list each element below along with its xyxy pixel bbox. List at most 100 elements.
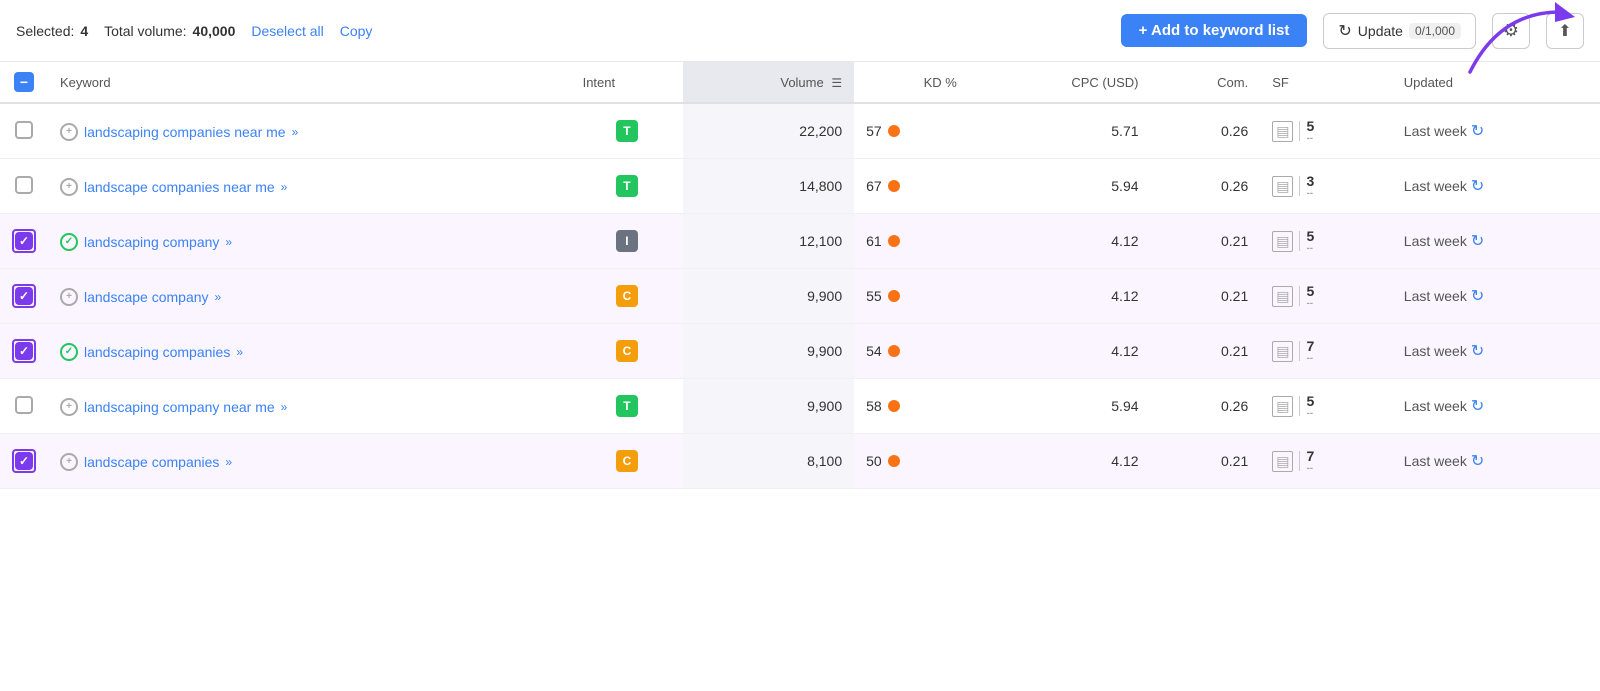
row-cpc: 4.12 (969, 434, 1151, 489)
header-keyword: Keyword (48, 62, 571, 103)
row-volume: 22,200 (683, 103, 854, 159)
row-checkbox-cell[interactable] (0, 214, 48, 269)
plus-circle-icon: + (60, 288, 78, 306)
row-checkbox-cell[interactable] (0, 159, 48, 214)
intent-badge: T (616, 395, 638, 417)
header-cpc: CPC (USD) (969, 62, 1151, 103)
header-intent: Intent (571, 62, 684, 103)
deselect-all-button[interactable]: Deselect all (251, 23, 323, 39)
refresh-button[interactable]: ↻ (1471, 451, 1484, 471)
checkbox-unchecked[interactable] (15, 176, 33, 194)
row-volume: 9,900 (683, 324, 854, 379)
toolbar: Selected: 4 Total volume: 40,000 Deselec… (0, 0, 1600, 62)
row-checkbox-cell[interactable] (0, 269, 48, 324)
checkbox-checked[interactable] (15, 452, 33, 470)
keyword-link[interactable]: ✓ landscaping companies » (60, 343, 243, 361)
refresh-button[interactable]: ↻ (1471, 286, 1484, 306)
row-checkbox-cell[interactable] (0, 379, 48, 434)
row-volume: 9,900 (683, 379, 854, 434)
sf-number: 7-- (1306, 338, 1314, 364)
table-row: + landscape company » C9,900 55 4.120.21… (0, 269, 1600, 324)
plus-circle-icon: + (60, 178, 78, 196)
keyword-link[interactable]: + landscaping company near me » (60, 398, 287, 416)
row-updated: Last week ↻ (1392, 324, 1600, 379)
row-com: 0.26 (1151, 103, 1261, 159)
keyword-text: landscaping companies (84, 344, 230, 360)
updated-text: Last week (1404, 123, 1467, 139)
kd-value: 58 (866, 398, 882, 414)
row-keyword: + landscaping companies near me » (48, 103, 571, 159)
row-com: 0.21 (1151, 214, 1261, 269)
sf-page-icon: ▤ (1272, 396, 1293, 417)
copy-button[interactable]: Copy (340, 23, 373, 39)
sf-page-icon: ▤ (1272, 451, 1293, 472)
refresh-button[interactable]: ↻ (1471, 231, 1484, 251)
row-intent: T (571, 159, 684, 214)
selected-count: 4 (80, 23, 88, 39)
checkbox-unchecked[interactable] (15, 396, 33, 414)
keyword-table: Keyword Intent Volume ☰ KD % CPC (USD) (0, 62, 1600, 489)
row-updated: Last week ↻ (1392, 214, 1600, 269)
selected-label: Selected: (16, 23, 74, 39)
row-updated: Last week ↻ (1392, 103, 1600, 159)
row-checkbox-cell[interactable] (0, 434, 48, 489)
header-checkbox-cell[interactable] (0, 62, 48, 103)
row-checkbox-cell[interactable] (0, 324, 48, 379)
update-button[interactable]: ↻ Update 0/1,000 (1323, 13, 1476, 49)
row-intent: T (571, 379, 684, 434)
row-keyword: + landscaping company near me » (48, 379, 571, 434)
sf-number: 5-- (1306, 228, 1314, 254)
sort-icon: ☰ (831, 76, 842, 90)
intent-badge: I (616, 230, 638, 252)
row-cpc: 4.12 (969, 269, 1151, 324)
checkbox-unchecked[interactable] (15, 121, 33, 139)
header-com: Com. (1151, 62, 1261, 103)
row-cpc: 5.94 (969, 159, 1151, 214)
row-checkbox-cell[interactable] (0, 103, 48, 159)
row-keyword: + landscape companies » (48, 434, 571, 489)
kd-dot (888, 345, 900, 357)
row-sf: ▤ 5-- (1260, 214, 1392, 269)
keyword-text: landscape companies (84, 454, 219, 470)
keyword-link[interactable]: + landscape company » (60, 288, 221, 306)
checkbox-checked[interactable] (15, 232, 33, 250)
intent-badge: C (616, 450, 638, 472)
keyword-text: landscaping company (84, 234, 219, 250)
add-to-keyword-list-button[interactable]: + Add to keyword list (1121, 14, 1308, 47)
chevron-double-icon: » (225, 235, 232, 249)
keyword-link[interactable]: + landscape companies near me » (60, 178, 287, 196)
refresh-button[interactable]: ↻ (1471, 396, 1484, 416)
header-volume[interactable]: Volume ☰ (683, 62, 854, 103)
row-cpc: 4.12 (969, 324, 1151, 379)
row-cpc: 4.12 (969, 214, 1151, 269)
kd-value: 57 (866, 123, 882, 139)
export-button[interactable]: ⬆ (1546, 13, 1584, 49)
row-intent: C (571, 434, 684, 489)
row-sf: ▤ 7-- (1260, 434, 1392, 489)
table-header: Keyword Intent Volume ☰ KD % CPC (USD) (0, 62, 1600, 103)
refresh-button[interactable]: ↻ (1471, 176, 1484, 196)
keyword-link[interactable]: ✓ landscaping company » (60, 233, 232, 251)
kd-dot (888, 180, 900, 192)
row-cpc: 5.94 (969, 379, 1151, 434)
keyword-link[interactable]: + landscape companies » (60, 453, 232, 471)
row-keyword: + landscape company » (48, 269, 571, 324)
keyword-link[interactable]: + landscaping companies near me » (60, 123, 298, 141)
row-volume: 14,800 (683, 159, 854, 214)
sf-page-icon: ▤ (1272, 176, 1293, 197)
deselect-all-checkbox[interactable] (14, 72, 34, 92)
plus-circle-icon: + (60, 398, 78, 416)
sf-number: 5-- (1306, 118, 1314, 144)
header-updated: Updated (1392, 62, 1600, 103)
chevron-double-icon: » (236, 345, 243, 359)
row-kd: 55 (854, 269, 969, 324)
checkbox-checked[interactable] (15, 287, 33, 305)
settings-button[interactable]: ⚙ (1492, 13, 1530, 49)
row-sf: ▤ 5-- (1260, 103, 1392, 159)
refresh-button[interactable]: ↻ (1471, 341, 1484, 361)
updated-text: Last week (1404, 343, 1467, 359)
refresh-button[interactable]: ↻ (1471, 121, 1484, 141)
updated-text: Last week (1404, 288, 1467, 304)
checkbox-checked[interactable] (15, 342, 33, 360)
table-row: + landscape companies near me » T14,800 … (0, 159, 1600, 214)
